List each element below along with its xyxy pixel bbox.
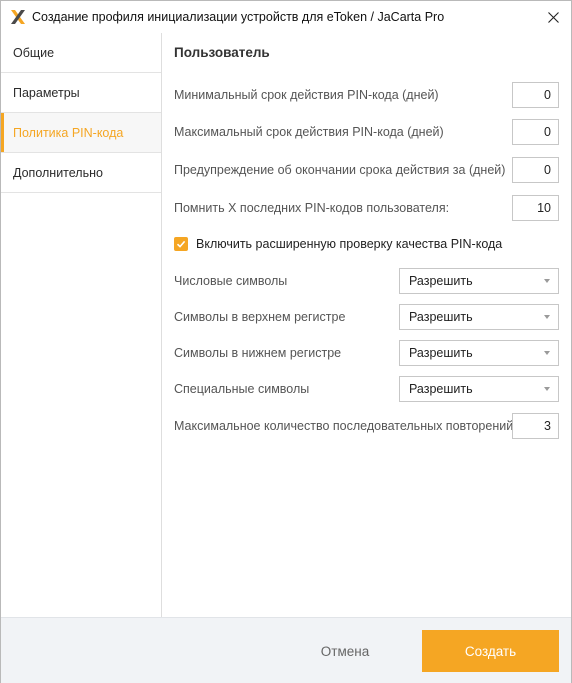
- create-button[interactable]: Создать: [422, 630, 559, 672]
- digits-select[interactable]: Разрешить: [399, 268, 559, 294]
- dropdown-arrow-icon: [544, 315, 550, 319]
- lowercase-select-value: Разрешить: [409, 346, 473, 360]
- jacarta-x-logo-icon: [11, 10, 25, 24]
- sidebar-item-general[interactable]: Общие: [1, 33, 161, 73]
- window-title: Создание профиля инициализации устройств…: [32, 10, 445, 24]
- digits-label: Числовые символы: [174, 274, 288, 288]
- title-bar: Создание профиля инициализации устройств…: [1, 1, 571, 33]
- quality-check-label: Включить расширенную проверку качества P…: [196, 237, 503, 251]
- close-icon: [547, 11, 559, 23]
- special-chars-label: Специальные символы: [174, 382, 310, 396]
- lowercase-select[interactable]: Разрешить: [399, 340, 559, 366]
- sidebar-item-pin-policy[interactable]: Политика PIN-кода: [1, 113, 161, 153]
- max-validity-input[interactable]: 0: [512, 119, 559, 145]
- section-title: Пользователь: [174, 45, 270, 60]
- max-validity-label: Максимальный срок действия PIN-кода (дне…: [174, 125, 444, 139]
- lowercase-label: Символы в нижнем регистре: [174, 346, 342, 360]
- pin-history-label: Помнить X последних PIN-кодов пользовате…: [174, 201, 450, 215]
- expiry-warning-input[interactable]: 0: [512, 157, 559, 183]
- pin-history-input[interactable]: 10: [512, 195, 559, 221]
- dropdown-arrow-icon: [544, 279, 550, 283]
- dropdown-arrow-icon: [544, 351, 550, 355]
- sidebar-item-label: Дополнительно: [13, 165, 103, 180]
- uppercase-label: Символы в верхнем регистре: [174, 310, 346, 324]
- dropdown-arrow-icon: [544, 387, 550, 391]
- special-chars-select[interactable]: Разрешить: [399, 376, 559, 402]
- uppercase-select[interactable]: Разрешить: [399, 304, 559, 330]
- min-validity-input[interactable]: 0: [512, 82, 559, 108]
- checkmark-icon: [176, 240, 186, 248]
- sidebar: Общие Параметры Политика PIN-кода Дополн…: [1, 33, 162, 617]
- special-chars-select-value: Разрешить: [409, 382, 473, 396]
- sidebar-item-additional[interactable]: Дополнительно: [1, 153, 161, 193]
- max-repeats-input[interactable]: 3: [512, 413, 559, 439]
- min-validity-label: Минимальный срок действия PIN-кода (дней…: [174, 88, 439, 102]
- dialog-window: Создание профиля инициализации устройств…: [0, 0, 572, 683]
- close-button[interactable]: [535, 1, 571, 33]
- footer: Отмена Создать: [1, 617, 571, 683]
- sidebar-item-label: Параметры: [13, 85, 80, 100]
- quality-check-option[interactable]: Включить расширенную проверку качества P…: [174, 237, 502, 251]
- quality-check-checkbox[interactable]: [174, 237, 188, 251]
- max-repeats-label: Максимальное количество последовательных…: [174, 419, 514, 433]
- expiry-warning-label: Предупреждение об окончании срока действ…: [174, 163, 506, 177]
- cancel-button[interactable]: Отмена: [301, 630, 389, 672]
- digits-select-value: Разрешить: [409, 274, 473, 288]
- sidebar-item-label: Общие: [13, 45, 55, 60]
- sidebar-item-parameters[interactable]: Параметры: [1, 73, 161, 113]
- uppercase-select-value: Разрешить: [409, 310, 473, 324]
- sidebar-item-label: Политика PIN-кода: [13, 125, 124, 140]
